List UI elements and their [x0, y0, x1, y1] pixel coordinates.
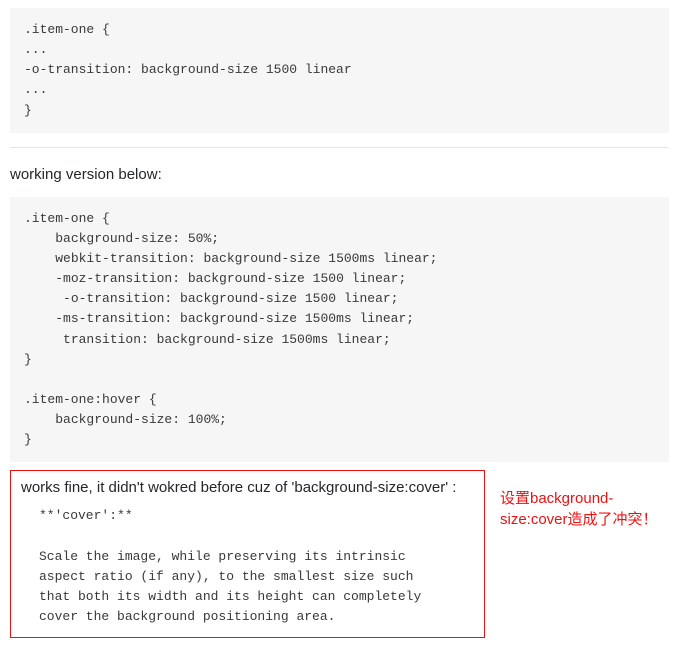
explanation-box: works fine, it didn't wokred before cuz …	[10, 470, 485, 638]
highlight-wrapper: works fine, it didn't wokred before cuz …	[10, 470, 669, 638]
explanation-quote: **'cover':** Scale the image, while pres…	[21, 506, 474, 633]
explanation-lead: works fine, it didn't wokred before cuz …	[21, 479, 474, 496]
code-block-working: .item-one { background-size: 50%; webkit…	[10, 197, 669, 463]
code-block-snippet: .item-one { ... -o-transition: backgroun…	[10, 8, 669, 133]
intro-text: working version below:	[10, 166, 669, 183]
divider	[10, 147, 669, 148]
side-annotation: 设置background-size:cover造成了冲突！	[500, 488, 679, 530]
